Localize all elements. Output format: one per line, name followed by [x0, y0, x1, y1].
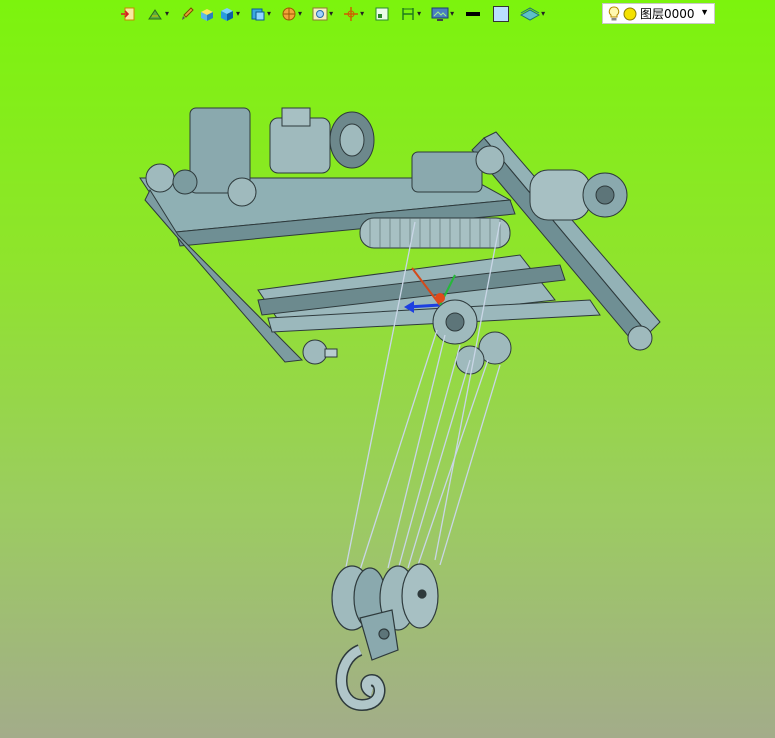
layer-plane-button[interactable]: ▾ — [518, 4, 547, 24]
zoom-fit-icon — [312, 7, 328, 21]
monitor-display-icon — [431, 7, 449, 21]
brush-icon — [182, 7, 194, 20]
orient-axis-icon — [344, 7, 359, 21]
orient-axis-button[interactable]: ▾ — [341, 4, 366, 24]
work-plane-icon — [375, 7, 389, 21]
cube-view-icon — [221, 8, 234, 21]
chevron-down-icon: ▾ — [298, 9, 303, 18]
cad-viewport[interactable] — [0, 28, 775, 738]
dimension-button[interactable]: ▾ — [398, 4, 423, 24]
dimension-icon — [402, 8, 414, 20]
exit-view-button[interactable] — [118, 4, 138, 24]
chevron-down-icon: ▾ — [165, 9, 170, 18]
box-shaded-icon — [201, 9, 214, 21]
layer-dropdown[interactable]: 图层0000 ▼ — [602, 3, 715, 24]
lightbulb-icon — [608, 5, 620, 20]
exit-view-icon — [121, 7, 135, 21]
cube-view-button[interactable]: ▾ — [217, 4, 242, 24]
section-view-icon — [251, 8, 265, 21]
fill-color-button[interactable] — [490, 4, 512, 24]
chevron-down-icon: ▼ — [700, 7, 709, 17]
layer-plane-icon — [520, 7, 541, 21]
view-toolbar: ▾ ▾ ▾ ▾ ▾ ▾ ▾ ▾ ▾ — [118, 3, 547, 25]
zoom-fit-button[interactable]: ▾ — [310, 4, 335, 24]
chevron-down-icon: ▾ — [236, 9, 241, 18]
fill-color-icon — [493, 6, 510, 22]
work-plane-button[interactable] — [372, 4, 392, 24]
sphere-view-icon — [282, 7, 296, 21]
section-view-button[interactable]: ▾ — [248, 4, 273, 24]
chevron-down-icon: ▾ — [417, 9, 422, 18]
chevron-down-icon: ▾ — [360, 9, 365, 18]
crane-trolley-model — [139, 107, 661, 375]
brush-button[interactable] — [177, 4, 197, 24]
chevron-down-icon: ▾ — [329, 9, 334, 18]
layer-name: 图层0000 — [640, 7, 695, 21]
hook-block — [331, 563, 439, 712]
box-shaded-button[interactable] — [197, 4, 217, 24]
monitor-display-button[interactable]: ▾ — [429, 4, 456, 24]
chevron-down-icon: ▾ — [450, 9, 455, 18]
sphere-view-button[interactable]: ▾ — [279, 4, 304, 24]
render-style-button[interactable]: ▾ — [144, 4, 171, 24]
layer-state-icon — [623, 7, 637, 20]
render-style-icon — [148, 9, 162, 20]
chevron-down-icon: ▾ — [541, 9, 546, 18]
line-color-button[interactable] — [462, 4, 484, 24]
chevron-down-icon: ▾ — [267, 9, 272, 18]
line-color-icon — [466, 12, 481, 16]
